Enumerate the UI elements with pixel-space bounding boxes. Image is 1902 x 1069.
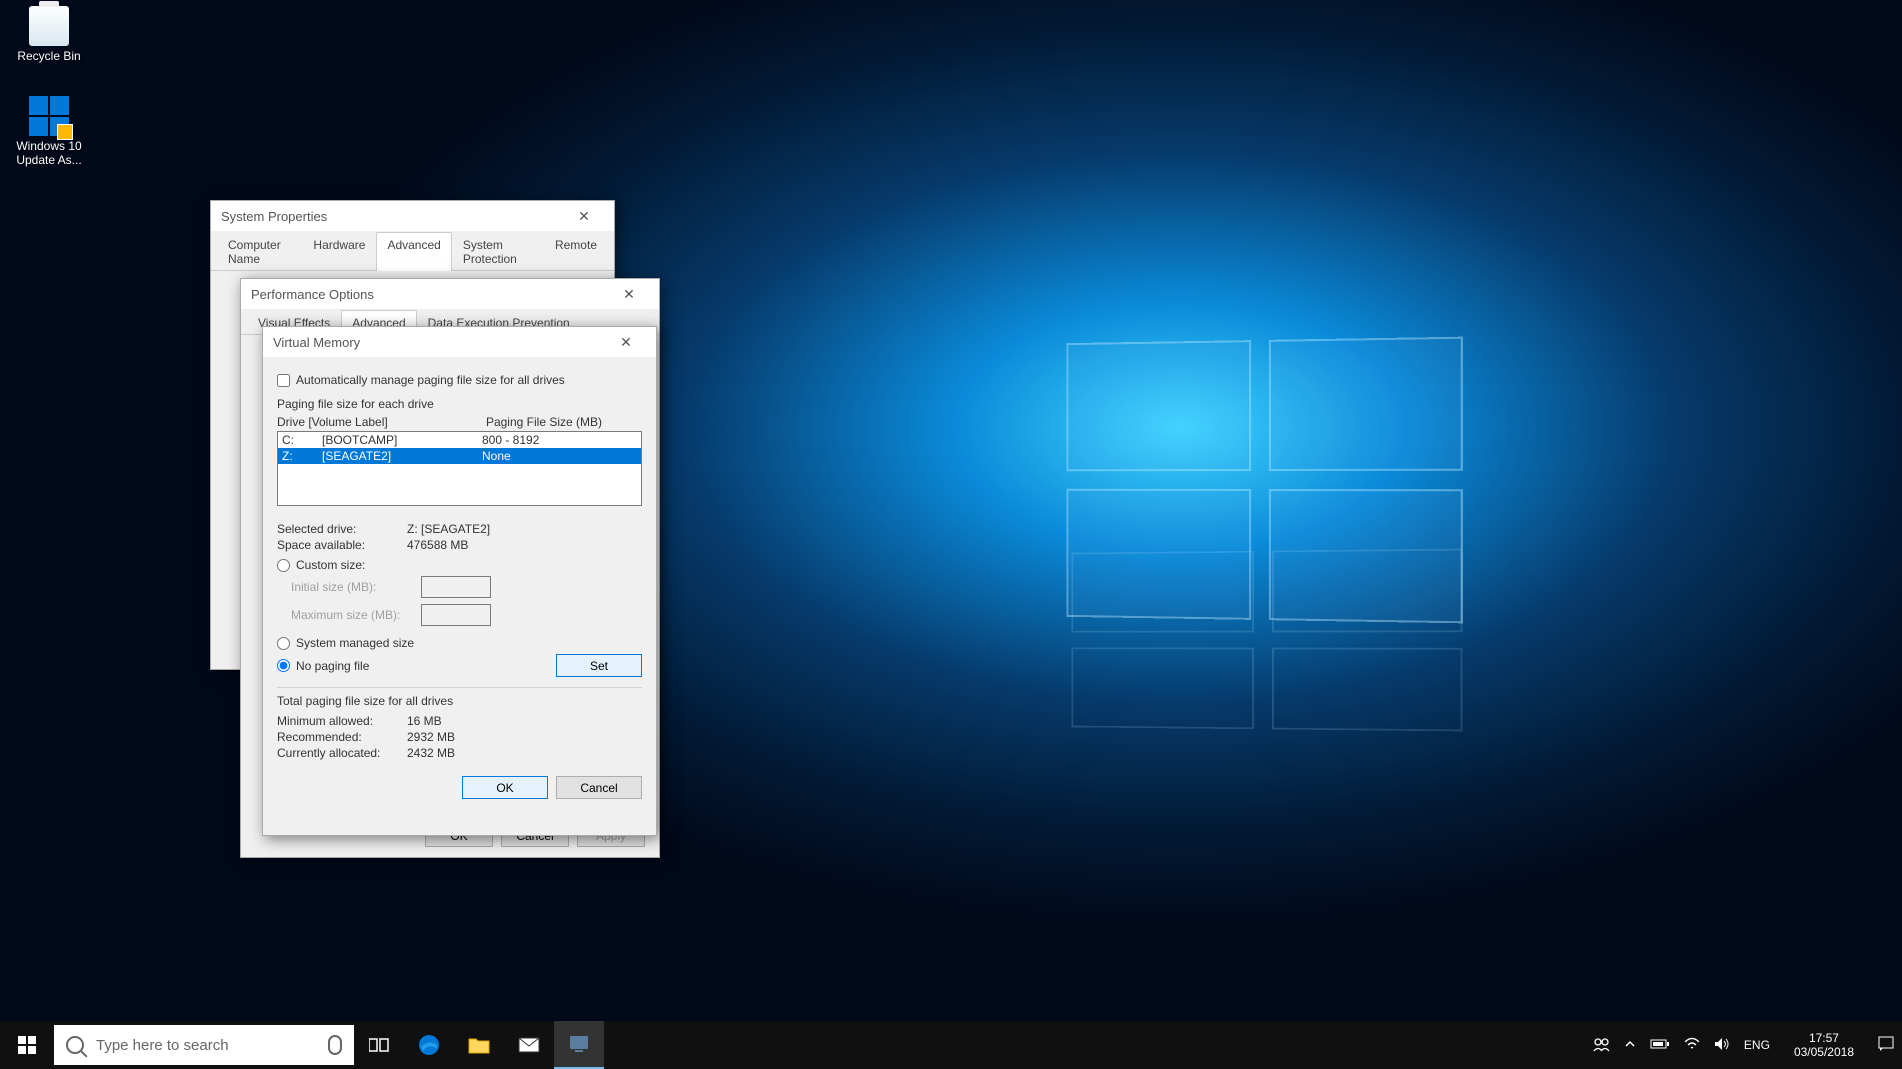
taskbar-mail[interactable] (504, 1021, 554, 1069)
currently-allocated-value: 2432 MB (407, 746, 455, 760)
cancel-button[interactable]: Cancel (556, 776, 642, 799)
windows-update-icon (29, 96, 69, 136)
drive-list-header: Drive [Volume Label] Paging File Size (M… (277, 413, 642, 431)
tab-hardware[interactable]: Hardware (302, 232, 376, 271)
auto-manage-label: Automatically manage paging file size fo… (296, 373, 565, 387)
clock-time: 17:57 (1794, 1031, 1854, 1045)
tab-remote[interactable]: Remote (544, 232, 608, 271)
wallpaper-logo-reflection (1071, 549, 1462, 732)
desktop-icon-recycle-bin[interactable]: Recycle Bin (4, 6, 94, 63)
people-icon[interactable] (1592, 1035, 1610, 1056)
window-title: Performance Options (251, 287, 374, 302)
radio-no-paging-file[interactable]: No paging file (277, 659, 369, 673)
wifi-icon[interactable] (1684, 1037, 1700, 1054)
selected-drive-label: Selected drive: (277, 522, 407, 536)
taskbar-clock[interactable]: 17:57 03/05/2018 (1784, 1031, 1864, 1060)
window-title: Virtual Memory (273, 335, 360, 350)
header-size: Paging File Size (MB) (437, 415, 642, 429)
titlebar[interactable]: Performance Options ✕ (241, 279, 659, 309)
search-icon (66, 1036, 84, 1054)
mail-icon (518, 1037, 540, 1053)
language-indicator[interactable]: ENG (1744, 1038, 1770, 1052)
radio-none[interactable] (277, 659, 290, 672)
space-available-value: 476588 MB (407, 538, 468, 552)
search-placeholder: Type here to search (96, 1037, 229, 1054)
radio-system-managed[interactable]: System managed size (277, 636, 642, 650)
close-button[interactable]: ✕ (606, 327, 646, 357)
desktop-icon-label: Windows 10 Update As... (4, 139, 94, 167)
section-label: Paging file size for each drive (277, 397, 642, 411)
action-center-icon[interactable] (1878, 1036, 1894, 1055)
selected-drive-value: Z: [SEAGATE2] (407, 522, 490, 536)
header-drive: Drive [Volume Label] (277, 415, 437, 429)
maximum-size-input[interactable] (421, 604, 491, 626)
recommended-value: 2932 MB (407, 730, 455, 744)
tabs: Computer Name Hardware Advanced System P… (211, 231, 614, 271)
windows-icon (18, 1036, 36, 1054)
radio-custom-size[interactable]: Custom size: (277, 558, 642, 572)
folder-icon (468, 1036, 490, 1054)
maximum-size-label: Maximum size (MB): (291, 608, 421, 622)
titlebar[interactable]: Virtual Memory ✕ (263, 327, 656, 357)
chevron-up-icon[interactable] (1624, 1038, 1636, 1053)
edge-icon (417, 1033, 441, 1057)
taskbar-search[interactable]: Type here to search (54, 1025, 354, 1065)
currently-allocated-label: Currently allocated: (277, 746, 407, 760)
close-button[interactable]: ✕ (564, 201, 604, 231)
close-icon: ✕ (623, 286, 635, 303)
task-view-icon (369, 1037, 389, 1053)
close-icon: ✕ (620, 334, 632, 351)
taskbar-edge[interactable] (404, 1021, 454, 1069)
initial-size-label: Initial size (MB): (291, 580, 421, 594)
battery-icon[interactable] (1650, 1038, 1670, 1053)
initial-size-input[interactable] (421, 576, 491, 598)
drive-row[interactable]: Z: [SEAGATE2] None (278, 448, 641, 464)
set-button[interactable]: Set (556, 654, 642, 677)
drive-row[interactable]: C: [BOOTCAMP] 800 - 8192 (278, 432, 641, 448)
clock-date: 03/05/2018 (1794, 1045, 1854, 1059)
radio-system[interactable] (277, 637, 290, 650)
desktop-icon-label: Recycle Bin (4, 49, 94, 63)
taskbar-file-explorer[interactable] (454, 1021, 504, 1069)
min-allowed-value: 16 MB (407, 714, 442, 728)
system-tray: ENG 17:57 03/05/2018 (1584, 1031, 1902, 1060)
task-view-button[interactable] (354, 1021, 404, 1069)
recommended-label: Recommended: (277, 730, 407, 744)
taskbar: Type here to search ENG 17:57 (0, 1021, 1902, 1069)
min-allowed-label: Minimum allowed: (277, 714, 407, 728)
ok-button[interactable]: OK (462, 776, 548, 799)
tab-computer-name[interactable]: Computer Name (217, 232, 302, 271)
start-button[interactable] (0, 1021, 54, 1069)
window-virtual-memory: Virtual Memory ✕ Automatically manage pa… (262, 326, 657, 836)
auto-manage-checkbox-row[interactable]: Automatically manage paging file size fo… (277, 373, 642, 387)
taskbar-running-app[interactable] (554, 1021, 604, 1069)
radio-custom[interactable] (277, 559, 290, 572)
auto-manage-checkbox[interactable] (277, 374, 290, 387)
desktop-icon-windows-update[interactable]: Windows 10 Update As... (4, 96, 94, 167)
tab-system-protection[interactable]: System Protection (452, 232, 544, 271)
dialog-buttons: OK Cancel (277, 762, 642, 799)
close-button[interactable]: ✕ (609, 279, 649, 309)
dialog-body: Automatically manage paging file size fo… (263, 357, 656, 809)
drive-list[interactable]: C: [BOOTCAMP] 800 - 8192 Z: [SEAGATE2] N… (277, 431, 642, 506)
titlebar[interactable]: System Properties ✕ (211, 201, 614, 231)
microphone-icon[interactable] (328, 1035, 342, 1055)
totals-title: Total paging file size for all drives (277, 694, 642, 708)
recycle-bin-icon (29, 6, 69, 46)
window-title: System Properties (221, 209, 327, 224)
system-icon (568, 1034, 590, 1054)
close-icon: ✕ (578, 208, 590, 225)
space-available-label: Space available: (277, 538, 407, 552)
tab-advanced[interactable]: Advanced (376, 232, 451, 271)
volume-icon[interactable] (1714, 1037, 1730, 1054)
